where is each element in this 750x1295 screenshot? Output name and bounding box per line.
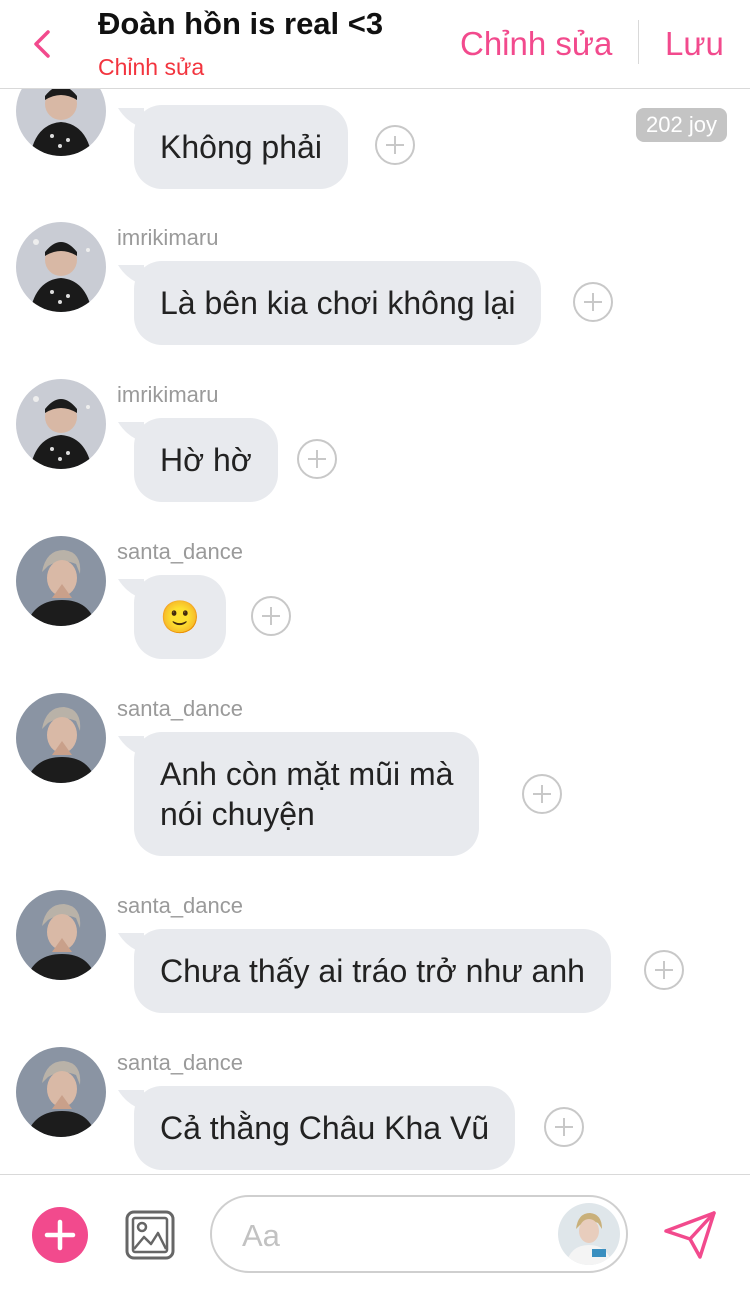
plus-icon <box>44 1219 76 1251</box>
header-divider <box>638 20 639 64</box>
save-button[interactable]: Lưu <box>665 25 724 63</box>
edit-button[interactable]: Chỉnh sửa <box>460 25 612 63</box>
message-bubble[interactable]: 🙂 <box>134 575 226 659</box>
message-text: Là bên kia chơi không lại <box>160 285 516 321</box>
message-bubble[interactable]: Cả thằng Châu Kha Vũ <box>134 1086 516 1170</box>
add-reaction-icon[interactable] <box>573 282 613 322</box>
username: imrikimaru <box>117 225 219 250</box>
add-reaction-icon[interactable] <box>544 1107 584 1147</box>
send-icon <box>664 1211 716 1259</box>
add-reaction-icon[interactable] <box>251 596 291 636</box>
joy-badge: 202 joy <box>636 108 727 142</box>
add-reaction-icon[interactable] <box>375 125 415 165</box>
composer-avatar[interactable] <box>558 1203 620 1265</box>
avatar[interactable] <box>16 693 106 783</box>
chat-subtitle[interactable]: Chỉnh sửa <box>98 54 204 81</box>
message-text: nói chuyện <box>160 796 315 832</box>
message-bubble[interactable]: Hờ hờ <box>134 418 278 502</box>
avatar[interactable] <box>16 379 106 469</box>
composer-bar <box>0 1174 750 1295</box>
image-icon <box>125 1210 175 1260</box>
back-button[interactable] <box>22 22 66 66</box>
message-text: 🙂 <box>160 599 200 635</box>
add-reaction-icon[interactable] <box>522 774 562 814</box>
add-button[interactable] <box>32 1207 88 1263</box>
avatar[interactable] <box>16 890 106 980</box>
username: santa_dance <box>117 696 243 721</box>
message-input-wrapper <box>210 1195 628 1273</box>
username: santa_dance <box>117 1050 243 1075</box>
chevron-left-icon <box>34 30 50 58</box>
username: santa_dance <box>117 893 243 918</box>
avatar[interactable] <box>16 536 106 626</box>
message-input[interactable] <box>240 1215 544 1257</box>
message-bubble[interactable]: Là bên kia chơi không lại <box>134 261 542 345</box>
message-bubble[interactable]: Chưa thấy ai tráo trở như anh <box>134 929 611 1013</box>
avatar[interactable] <box>16 88 106 156</box>
message-bubble[interactable]: Không phải <box>134 105 348 189</box>
message-text: Chưa thấy ai tráo trở như anh <box>160 953 585 989</box>
message-text: Anh còn mặt mũi mà <box>160 756 454 792</box>
send-button[interactable] <box>662 1209 718 1261</box>
chat-title: Đoàn hồn is real <3 <box>98 6 384 41</box>
message-list[interactable]: 202 joy Không phải imrikimaru Là bên kia… <box>0 88 750 1174</box>
username: imrikimaru <box>117 382 219 407</box>
message-text: Hờ hờ <box>160 442 252 478</box>
add-reaction-icon[interactable] <box>297 439 337 479</box>
message-text: Không phải <box>160 129 322 165</box>
message-bubble[interactable]: Anh còn mặt mũi mà nói chuyện <box>134 732 480 856</box>
add-reaction-icon[interactable] <box>644 950 684 990</box>
image-button[interactable] <box>124 1209 176 1261</box>
message-text: Cả thằng Châu Kha Vũ <box>160 1110 490 1146</box>
avatar[interactable] <box>16 222 106 312</box>
username: santa_dance <box>117 539 243 564</box>
chat-header: Đoàn hồn is real <3 Chỉnh sửa Chỉnh sửa … <box>0 0 750 89</box>
avatar[interactable] <box>16 1047 106 1137</box>
